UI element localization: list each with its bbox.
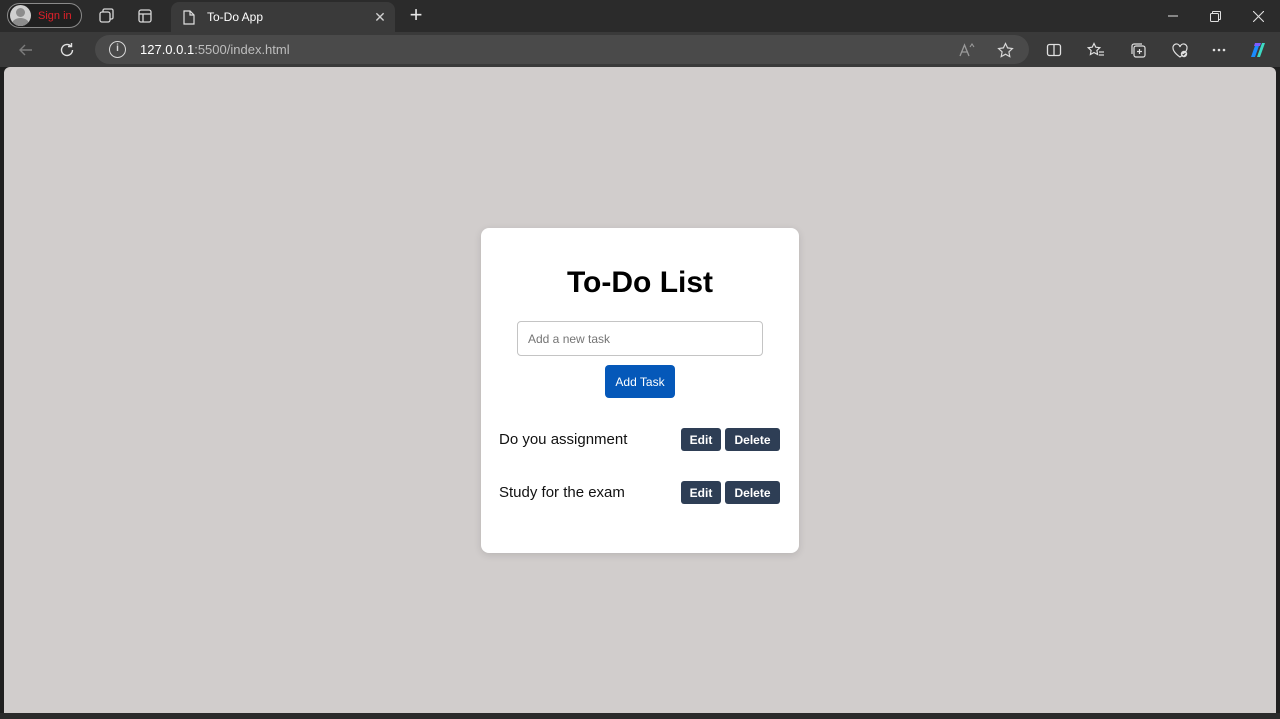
task-text: Study for the exam: [499, 484, 625, 501]
profile-button[interactable]: Sign in: [7, 3, 82, 28]
url-host: 127.0.0.1: [140, 42, 195, 57]
minimize-icon[interactable]: [1150, 0, 1196, 32]
page-icon: [181, 9, 197, 25]
task-item: Study for the exam Edit Delete: [499, 480, 781, 533]
todo-card: To-Do List Add Task Do you assignment Ed…: [481, 228, 799, 553]
avatar: [10, 5, 31, 26]
bottom-border: [0, 713, 1280, 719]
browser-tab-active[interactable]: To-Do App ✕: [171, 2, 395, 32]
page-title: To-Do List: [566, 266, 714, 299]
page-viewport: To-Do List Add Task Do you assignment Ed…: [4, 67, 1276, 713]
close-window-icon[interactable]: [1235, 0, 1280, 32]
back-icon[interactable]: [15, 39, 37, 61]
edit-task-button[interactable]: Edit: [681, 481, 721, 504]
url-text[interactable]: 127.0.0.1:5500/index.html: [140, 42, 290, 57]
url-path: :5500/index.html: [194, 42, 290, 57]
task-item: Do you assignment Edit Delete: [499, 427, 781, 480]
edit-task-button[interactable]: Edit: [681, 428, 721, 451]
sign-in-label: Sign in: [38, 9, 72, 22]
tab-actions-icon[interactable]: [135, 6, 155, 26]
site-info-icon[interactable]: i: [109, 41, 126, 58]
browser-toolbar: i 127.0.0.1:5500/index.html: [0, 32, 1280, 67]
restore-icon[interactable]: [1192, 0, 1238, 32]
copilot-icon[interactable]: [1247, 39, 1269, 61]
read-aloud-icon[interactable]: [958, 40, 978, 60]
task-list: Do you assignment Edit Delete Study for …: [499, 427, 781, 533]
more-icon[interactable]: [1208, 39, 1230, 61]
browser-essentials-icon[interactable]: [1169, 39, 1191, 61]
address-bar[interactable]: i 127.0.0.1:5500/index.html: [95, 35, 1029, 64]
close-tab-icon[interactable]: ✕: [371, 8, 389, 26]
new-tab-button[interactable]: +: [405, 4, 427, 27]
favorites-icon[interactable]: [1085, 39, 1107, 61]
workspaces-icon[interactable]: [96, 6, 116, 26]
delete-task-button[interactable]: Delete: [725, 481, 780, 504]
new-task-input[interactable]: [517, 321, 763, 356]
split-screen-icon[interactable]: [1043, 39, 1065, 61]
collections-icon[interactable]: [1127, 39, 1149, 61]
tab-title: To-Do App: [207, 10, 264, 24]
delete-task-button[interactable]: Delete: [725, 428, 780, 451]
add-task-button[interactable]: Add Task: [605, 365, 675, 398]
browser-title-bar: Sign in To-Do App ✕ +: [0, 0, 1280, 32]
favorite-star-icon[interactable]: [995, 40, 1015, 60]
refresh-icon[interactable]: [56, 39, 78, 61]
task-text: Do you assignment: [499, 431, 628, 448]
